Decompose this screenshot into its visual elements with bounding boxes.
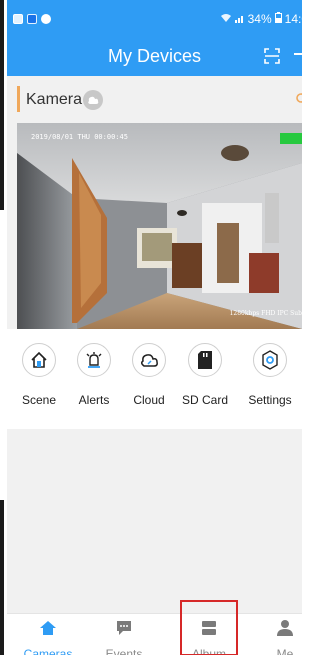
tab-cameras[interactable]: Cameras: [18, 618, 78, 655]
left-edge-shadow: [0, 0, 4, 210]
alerts-button[interactable]: Alerts: [64, 343, 124, 407]
settings-button[interactable]: Settings: [240, 343, 300, 407]
bottom-tab-bar: Cameras Events Album Me: [7, 613, 302, 655]
add-device-icon[interactable]: [294, 44, 302, 68]
chat-icon: [117, 621, 131, 635]
scan-icon[interactable]: [264, 48, 280, 64]
app-notification-icon: [27, 14, 37, 24]
cloud-icon: [132, 343, 166, 377]
tab-events[interactable]: Events: [94, 618, 154, 655]
battery-icon: [274, 12, 282, 26]
camera-feed[interactable]: 2019/08/01 THU 00:00:45 1280kbps FHD IPC…: [17, 123, 302, 329]
phone-screen: 34% 14:0 My Devices Kamera: [7, 0, 302, 655]
cloud-label: Cloud: [133, 393, 165, 407]
wifi-icon: [220, 13, 232, 26]
settings-icon: [253, 343, 287, 377]
tab-me-label: Me: [276, 647, 294, 655]
status-right: 34% 14:0: [220, 12, 302, 26]
alerts-label: Alerts: [78, 393, 110, 407]
home-icon: [40, 621, 56, 635]
phone-notification-icon: [41, 14, 51, 24]
recording-indicator: [280, 133, 302, 144]
device-options-icon[interactable]: [295, 91, 302, 107]
tab-cameras-label: Cameras: [23, 647, 73, 655]
feed-timestamp: 2019/08/01 THU 00:00:45: [31, 133, 128, 141]
cloud-button[interactable]: Cloud: [119, 343, 179, 407]
feed-bitrate: 1280kbps FHD IPC Sub: [229, 310, 302, 317]
settings-label: Settings: [248, 393, 292, 407]
signal-icon: [234, 13, 245, 26]
accent-bar: [17, 86, 20, 112]
status-bar: 34% 14:0: [7, 0, 302, 38]
cloud-status-icon: [83, 90, 103, 110]
home-icon: [22, 343, 56, 377]
app-header: My Devices: [7, 38, 302, 76]
tab-me[interactable]: Me: [255, 618, 302, 655]
camera-scene: [17, 123, 302, 329]
left-edge-shadow-lower: [0, 500, 4, 655]
device-row[interactable]: Kamera: [7, 82, 302, 118]
device-name: Kamera: [26, 91, 83, 108]
clock: 14:0: [284, 12, 302, 26]
device-list-empty-area: [7, 429, 302, 613]
battery-percent: 34%: [247, 12, 272, 26]
tab-events-label: Events: [105, 647, 143, 655]
bell-icon: [77, 343, 111, 377]
person-icon: [277, 620, 293, 636]
sd-card-button[interactable]: SD Card: [175, 343, 235, 407]
page-title: My Devices: [107, 46, 201, 66]
album-highlight-box: [180, 600, 238, 655]
sd-card-icon: [188, 343, 222, 377]
sd-card-label: SD Card: [181, 393, 228, 407]
scene-label: Scene: [21, 393, 57, 407]
image-notification-icon: [13, 14, 23, 24]
scene-button[interactable]: Scene: [9, 343, 69, 407]
notification-icons: [13, 14, 51, 24]
device-actions: Scene Alerts Cloud SD Card Settings: [7, 329, 302, 429]
